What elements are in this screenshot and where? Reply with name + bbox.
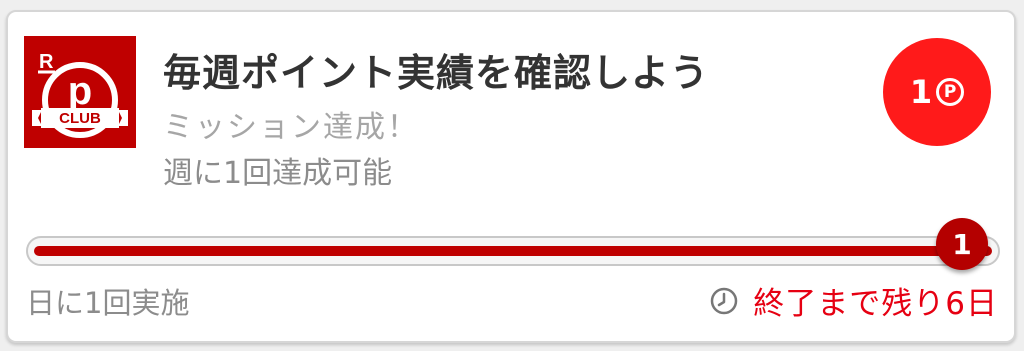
remaining-days-text: 終了まで残り6日 bbox=[753, 286, 998, 322]
logo-r-letter: R bbox=[39, 51, 54, 73]
progress-count-marker: 1 bbox=[936, 218, 988, 270]
mission-title: 毎週ポイント実績を確認しよう bbox=[163, 51, 710, 95]
daily-limit-label: 日に1回実施 bbox=[26, 286, 190, 320]
point-club-logo: R p CLUB bbox=[24, 36, 136, 148]
progress-fill bbox=[34, 246, 992, 256]
logo-club-text: CLUB bbox=[59, 110, 101, 127]
point-icon: P bbox=[936, 78, 965, 106]
points-value: 1 bbox=[909, 73, 933, 111]
mission-frequency: 週に1回達成可能 bbox=[163, 156, 393, 191]
progress-bar bbox=[26, 236, 1000, 266]
clock-icon bbox=[711, 287, 738, 314]
points-badge[interactable]: 1 P bbox=[883, 38, 991, 146]
remaining-time: 終了まで残り6日 bbox=[709, 278, 998, 323]
svg-text:p: p bbox=[68, 69, 92, 113]
mission-card[interactable]: R p CLUB 毎週ポイント実績を確認しよう ミッション達成！ 週に1回達成可… bbox=[6, 10, 1016, 343]
mission-status: ミッション達成！ bbox=[163, 110, 419, 145]
